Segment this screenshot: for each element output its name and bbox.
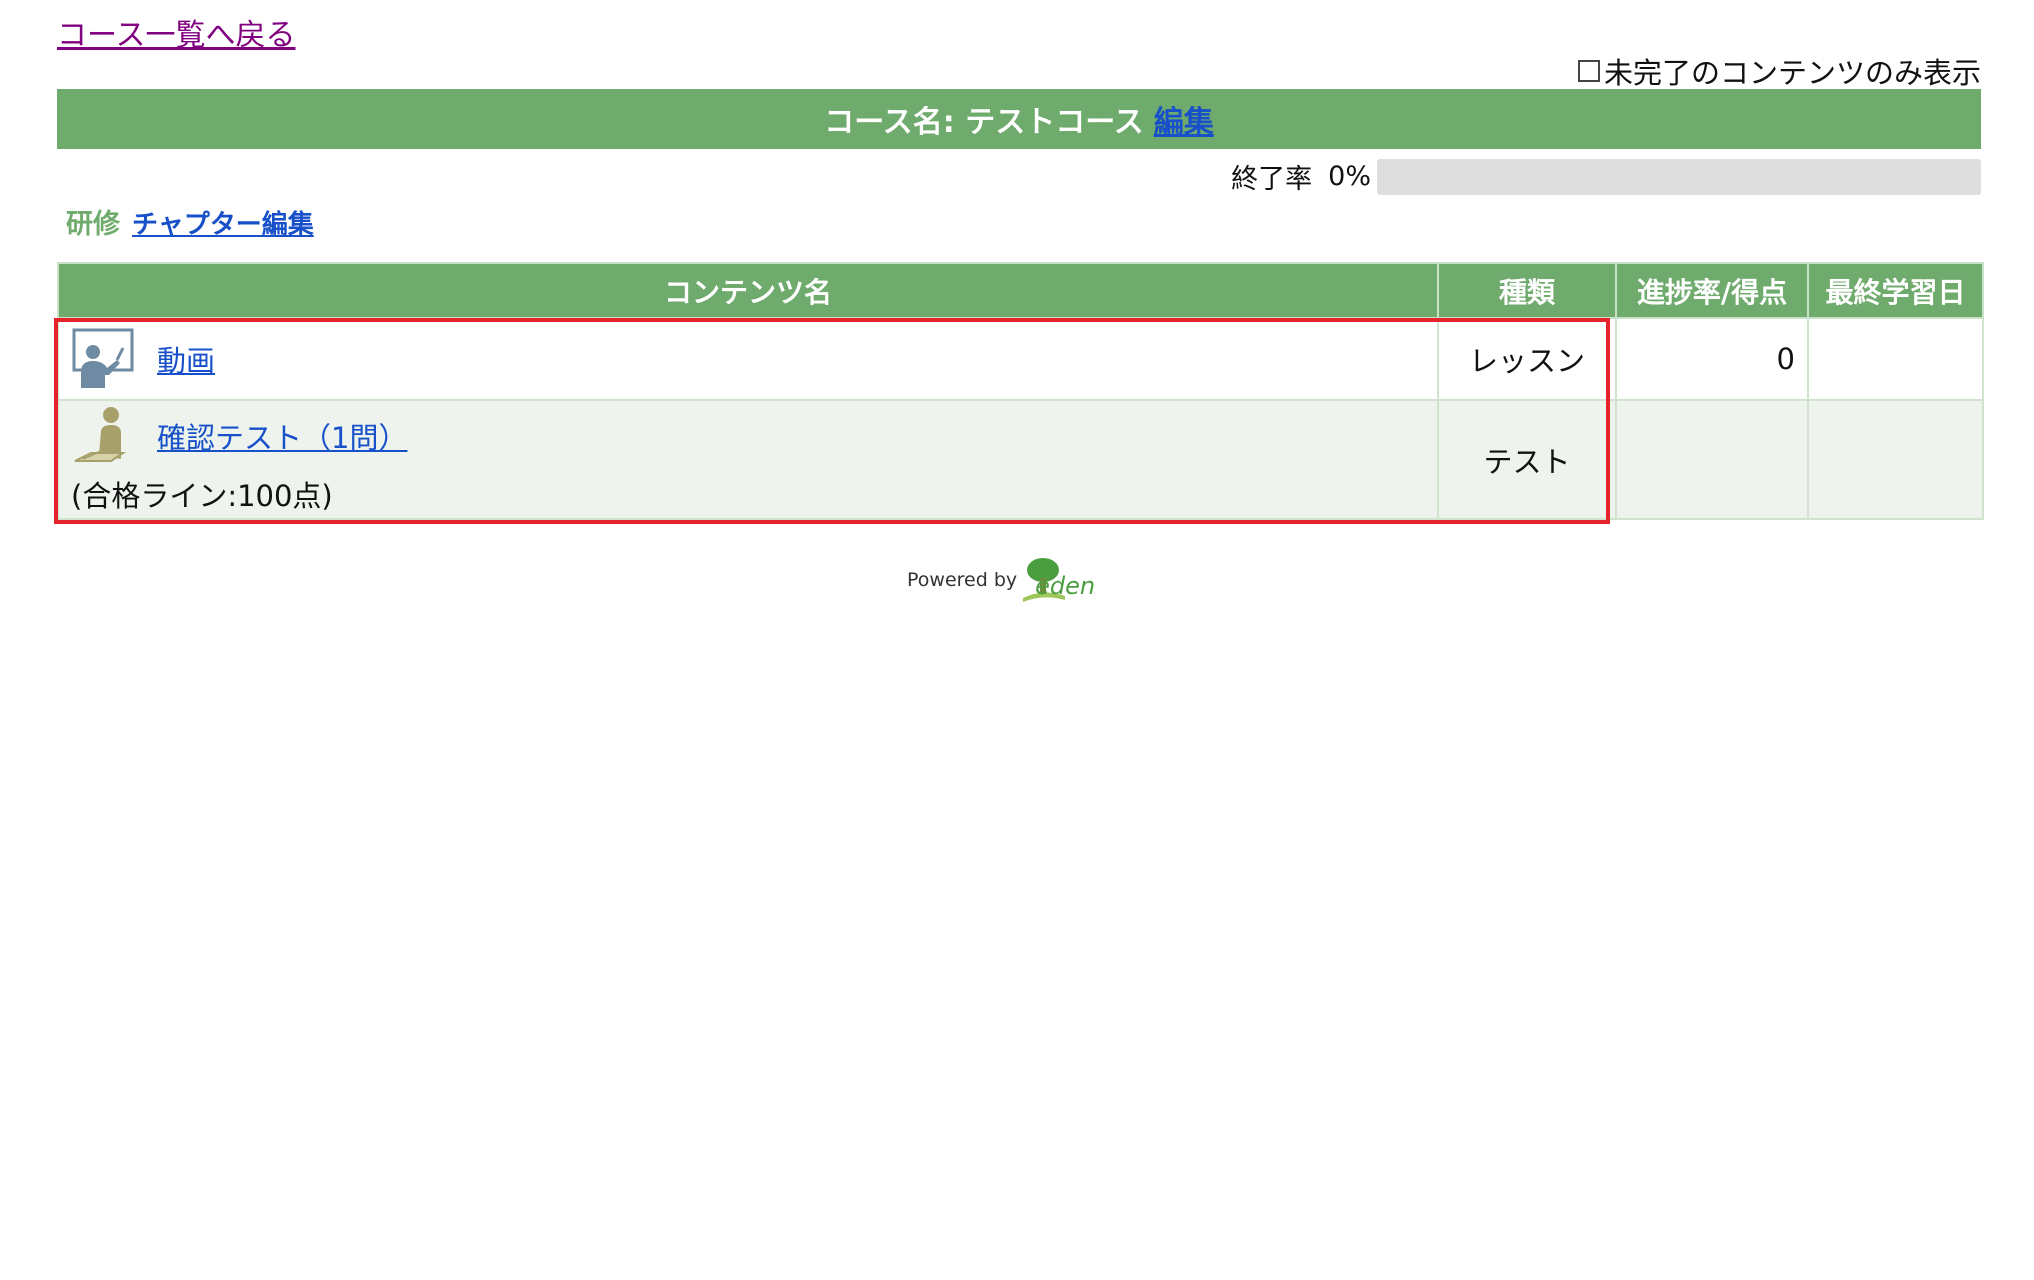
footer-logo: Powered by eden xyxy=(907,556,1095,604)
chapter-edit-link[interactable]: チャプター編集 xyxy=(132,204,314,241)
pass-line-note: (合格ライン:100点) xyxy=(71,478,333,513)
table-row: 動画 レッスン 0 xyxy=(57,317,1984,401)
test-taker-icon xyxy=(74,406,127,462)
chapter-title: 研修 xyxy=(66,209,120,240)
incomplete-only-label: 未完了のコンテンツのみ表示 xyxy=(1603,56,1981,90)
content-link-video[interactable]: 動画 xyxy=(157,338,215,380)
course-edit-link[interactable]: 編集 xyxy=(1154,97,1214,141)
content-progress-cell: 0 xyxy=(1615,317,1809,401)
course-title: コース名: テストコース xyxy=(824,105,1144,140)
completion-rate: 終了率 0% xyxy=(1231,157,1981,196)
content-last-date-cell xyxy=(1807,399,1984,520)
content-last-date-cell xyxy=(1807,317,1984,401)
content-link-confirmation-test[interactable]: 確認テスト（1問） xyxy=(157,415,407,457)
eden-brand-text: eden xyxy=(1035,572,1096,600)
content-name-cell: 確認テスト（1問） (合格ライン:100点) xyxy=(57,399,1439,520)
column-header-type: 種類 xyxy=(1437,262,1617,319)
content-name-cell: 動画 xyxy=(57,317,1439,401)
content-progress-cell xyxy=(1615,399,1809,520)
table-row: 確認テスト（1問） (合格ライン:100点) テスト xyxy=(57,399,1984,520)
completion-progress-bar xyxy=(1377,158,1981,195)
column-header-last-date: 最終学習日 xyxy=(1807,262,1984,319)
back-to-course-list-link[interactable]: コース一覧へ戻る xyxy=(57,10,296,54)
column-header-content-name: コンテンツ名 xyxy=(57,262,1439,319)
contents-table: コンテンツ名 種類 進捗率/得点 最終学習日 動画 レッスン 0 確認テスト（1… xyxy=(57,262,1984,520)
column-header-progress: 進捗率/得点 xyxy=(1615,262,1809,319)
completion-percent: 0% xyxy=(1328,161,1371,192)
table-header-row: コンテンツ名 種類 進捗率/得点 最終学習日 xyxy=(57,262,1984,319)
lecture-icon xyxy=(72,328,134,388)
powered-by-text: Powered by xyxy=(907,569,1018,591)
course-header: コース名: テストコース 編集 xyxy=(57,89,1981,149)
completion-label: 終了率 xyxy=(1231,164,1313,195)
content-type-cell: レッスン xyxy=(1437,317,1617,401)
chapter-header: 研修 チャプター編集 xyxy=(66,202,314,241)
content-type-cell: テスト xyxy=(1437,399,1617,520)
incomplete-only-checkbox[interactable] xyxy=(1577,60,1600,82)
incomplete-only-filter[interactable]: 未完了のコンテンツのみ表示 xyxy=(1577,50,1981,92)
